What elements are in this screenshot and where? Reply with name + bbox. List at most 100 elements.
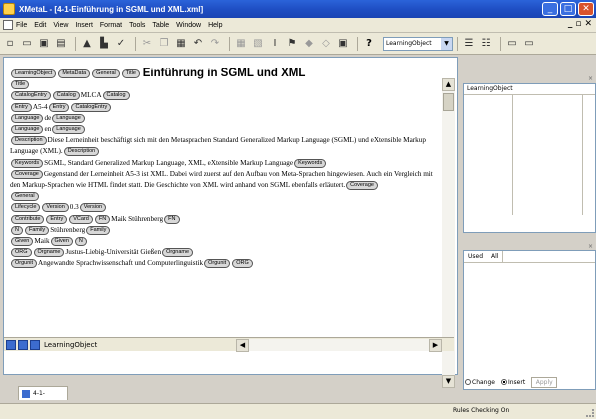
menu-edit[interactable]: Edit: [34, 22, 46, 29]
pane-close-icon[interactable]: ×: [588, 75, 593, 82]
print-icon[interactable]: ▙: [97, 37, 111, 51]
element-tag[interactable]: Family: [86, 225, 111, 235]
document-content[interactable]: LearningObject MetaData General Title Einfü…: [10, 68, 436, 348]
scroll-thumb[interactable]: [443, 93, 454, 111]
menu-format[interactable]: Format: [100, 22, 122, 29]
cut-icon[interactable]: ✂: [140, 37, 154, 51]
element-tag[interactable]: Description: [63, 147, 100, 157]
change-radio[interactable]: Change: [465, 379, 495, 386]
menu-tools[interactable]: Tools: [129, 22, 145, 29]
document-icon[interactable]: [3, 20, 13, 30]
close-button[interactable]: ✕: [578, 2, 594, 16]
element-tag[interactable]: Language: [11, 113, 44, 123]
minimize-button[interactable]: _: [542, 2, 558, 16]
element-tag[interactable]: MetaData: [58, 69, 91, 78]
resize-grip-icon[interactable]: [586, 409, 594, 417]
element-tag[interactable]: FN: [94, 214, 111, 224]
element-tag[interactable]: Entry: [11, 102, 32, 112]
menu-window[interactable]: Window: [176, 22, 201, 29]
undo-icon[interactable]: ↶: [191, 37, 205, 51]
element-tag[interactable]: ORG: [11, 248, 32, 258]
bulleted-list-icon[interactable]: ☷: [479, 37, 493, 51]
element-tag[interactable]: Given: [11, 237, 34, 247]
element-tag[interactable]: CatalogEntry: [11, 91, 51, 101]
normal-view-icon[interactable]: ▭: [522, 37, 536, 51]
element-tag[interactable]: Language: [11, 125, 44, 135]
element-tag[interactable]: General: [92, 69, 120, 78]
document-tab[interactable]: 4-1-Einfühu...: [18, 386, 68, 410]
element-tag[interactable]: CatalogEntry: [71, 102, 112, 112]
element-tag[interactable]: Orgunit: [11, 259, 38, 269]
menu-insert[interactable]: Insert: [75, 22, 93, 29]
element-select[interactable]: LearningObject ▼: [383, 36, 453, 51]
element-tag[interactable]: N: [11, 225, 23, 235]
menu-view[interactable]: View: [53, 22, 68, 29]
tab-all[interactable]: All: [487, 251, 504, 262]
apply-button[interactable]: Apply: [531, 377, 558, 388]
text-cursor-icon[interactable]: I: [268, 37, 282, 51]
element-tag[interactable]: Version: [42, 203, 69, 213]
element-tag[interactable]: Entry: [46, 214, 68, 224]
properties-icon[interactable]: ▣: [336, 37, 350, 51]
menu-help[interactable]: Help: [208, 22, 222, 29]
normal-view-icon[interactable]: [18, 339, 28, 350]
image-icon[interactable]: ▧: [251, 37, 265, 51]
editor-horizontal-scrollbar[interactable]: ◀ ▶: [236, 339, 442, 352]
element-tag[interactable]: Orgunit: [204, 259, 231, 269]
bookmark-icon[interactable]: ◆: [302, 37, 316, 51]
insert-link-icon[interactable]: ◇: [319, 37, 333, 51]
element-tag[interactable]: Coverage: [346, 181, 378, 191]
menu-file[interactable]: File: [16, 22, 27, 29]
element-tag[interactable]: Entry: [48, 102, 70, 112]
element-tag[interactable]: Family: [24, 225, 50, 235]
maximize-button[interactable]: □: [560, 2, 576, 16]
element-tag[interactable]: Keywords: [294, 158, 327, 168]
element-tag[interactable]: N: [74, 237, 87, 247]
tab-used[interactable]: Used: [464, 251, 487, 262]
element-tag[interactable]: Orgname: [162, 248, 194, 258]
scroll-right-icon[interactable]: ▶: [429, 339, 442, 352]
table-icon[interactable]: ▦: [234, 37, 248, 51]
spellcheck-icon[interactable]: ✓: [114, 37, 128, 51]
scroll-down-icon[interactable]: ▼: [442, 375, 455, 388]
new-icon[interactable]: ▫: [3, 37, 17, 51]
element-tag[interactable]: Coverage: [11, 169, 43, 179]
element-tag[interactable]: Title: [11, 80, 30, 90]
plain-text-view-icon[interactable]: [30, 339, 40, 350]
element-tag[interactable]: Orgname: [33, 248, 65, 258]
element-tag[interactable]: Lifecycle: [11, 203, 41, 213]
scroll-left-icon[interactable]: ◀: [236, 339, 249, 352]
editor-pane[interactable]: LearningObject MetaData General Title Einfü…: [3, 57, 458, 388]
doc-close-button[interactable]: ✕: [584, 19, 592, 29]
element-list-panel[interactable]: Used All: [463, 250, 596, 390]
element-tag[interactable]: Title: [121, 69, 140, 78]
tags-on-view-icon[interactable]: [6, 339, 16, 350]
save-icon[interactable]: ▣: [37, 37, 51, 51]
attribute-inspector[interactable]: LearningObject: [463, 83, 596, 233]
element-tag[interactable]: Contribute: [11, 214, 45, 224]
element-tag[interactable]: ORG: [232, 259, 253, 269]
tags-view-icon[interactable]: ▭: [505, 37, 519, 51]
element-tag[interactable]: Language: [52, 113, 85, 123]
help-icon[interactable]: ?: [362, 37, 376, 51]
app-icon[interactable]: [3, 3, 15, 15]
doc-minimize-button[interactable]: _: [568, 19, 573, 29]
element-tag[interactable]: Given: [50, 237, 73, 247]
insert-radio[interactable]: Insert: [500, 379, 525, 386]
doc-restore-button[interactable]: ▫: [575, 19, 581, 29]
element-tag[interactable]: Catalog: [52, 91, 80, 101]
find-icon[interactable]: ▲: [80, 37, 94, 51]
element-tag[interactable]: Catalog: [102, 91, 130, 101]
save-all-icon[interactable]: ▤: [54, 37, 68, 51]
paste-icon[interactable]: ▦: [174, 37, 188, 51]
chevron-down-icon[interactable]: ▼: [441, 37, 452, 50]
element-tag[interactable]: LearningObject: [11, 69, 57, 78]
element-tag[interactable]: Version: [79, 203, 107, 213]
redo-icon[interactable]: ↷: [208, 37, 222, 51]
scroll-up-icon[interactable]: ▲: [442, 78, 455, 91]
element-tag[interactable]: Keywords: [11, 158, 44, 168]
copy-icon[interactable]: ❐: [157, 37, 171, 51]
link-icon[interactable]: ⚑: [285, 37, 299, 51]
menu-table[interactable]: Table: [152, 22, 169, 29]
pane-close-icon[interactable]: ×: [588, 243, 593, 250]
